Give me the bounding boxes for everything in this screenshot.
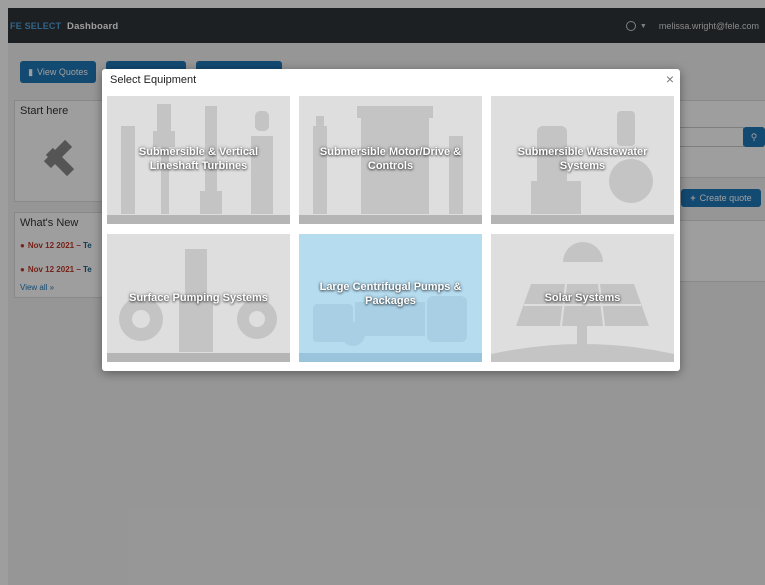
close-icon[interactable]: × [666, 71, 674, 87]
tile-base [299, 215, 482, 224]
tile-solar-systems[interactable]: Solar Systems [491, 234, 674, 362]
tile-surface-pumping-systems[interactable]: Surface Pumping Systems [107, 234, 290, 362]
tile-label: Submersible & Vertical Lineshaft Turbine… [138, 146, 259, 172]
select-equipment-modal: Select Equipment × Submersible & Vertica… [102, 69, 680, 371]
modal-title: Select Equipment [110, 74, 197, 86]
tile-submersible-motor-drive-controls[interactable]: Submersible Motor/Drive & Controls [299, 96, 482, 224]
tile-base [107, 215, 290, 224]
tile-submersible-vertical-lineshaft-turbines[interactable]: Submersible & Vertical Lineshaft Turbine… [107, 96, 290, 224]
tile-label: Submersible Motor/Drive & Controls [319, 146, 462, 172]
tile-label: Submersible Wastewater Systems [517, 146, 648, 172]
tile-label: Solar Systems [544, 292, 621, 304]
tile-large-centrifugal-pumps-packages[interactable]: Large Centrifugal Pumps & Packages [299, 234, 482, 362]
tile-base [299, 353, 482, 362]
tile-base [491, 215, 674, 224]
tile-submersible-wastewater-systems[interactable]: Submersible Wastewater Systems [491, 96, 674, 224]
tile-base [107, 353, 290, 362]
tile-label: Large Centrifugal Pumps & Packages [319, 281, 462, 307]
tile-label: Surface Pumping Systems [129, 292, 268, 304]
